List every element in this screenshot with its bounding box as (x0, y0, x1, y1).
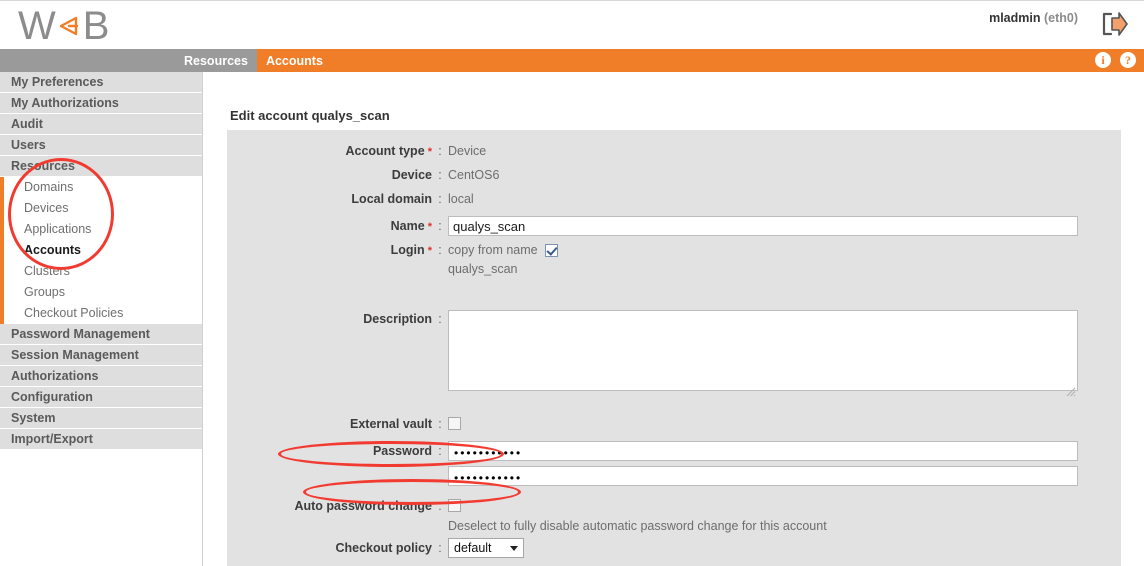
colon-separator: : (438, 499, 442, 513)
name-input[interactable] (448, 216, 1078, 236)
help-icon[interactable]: ? (1120, 52, 1136, 68)
field-row-checkout-policy: Checkout policy : default (227, 538, 1121, 558)
local-domain-value: local (448, 192, 474, 206)
submenu-accent-bar (0, 177, 4, 324)
local-domain-label: Local domain (351, 192, 432, 206)
required-marker: * (424, 245, 432, 257)
colon-separator: : (438, 541, 442, 555)
colon-separator: : (438, 417, 442, 431)
username-label: mladmin (989, 11, 1041, 25)
name-label: Name * (227, 216, 432, 233)
required-marker: * (424, 146, 432, 158)
login-label: Login * (227, 243, 432, 257)
auto-password-change-label: Auto password change (294, 499, 432, 513)
checkout-policy-select[interactable]: default (448, 538, 524, 558)
sidebar-item-my-preferences[interactable]: My Preferences (0, 72, 202, 93)
auto-password-change-hint: Deselect to fully disable automatic pass… (448, 519, 827, 533)
checkout-policy-label: Checkout policy (335, 541, 432, 555)
sidebar-item-checkout-policies[interactable]: Checkout Policies (0, 303, 202, 324)
password-confirm-input[interactable]: ••••••••••• (448, 466, 1078, 486)
orange-arrow-mark-icon (54, 11, 84, 41)
logo-letter-w: W (18, 4, 56, 48)
colon-separator: : (438, 192, 442, 206)
device-label: Device (391, 168, 432, 182)
field-row-external-vault: External vault : (227, 417, 1121, 431)
content-area: Edit account qualys_scan Account type * … (204, 72, 1144, 566)
logout-icon[interactable] (1098, 9, 1130, 39)
field-row-password: Password : ••••••••••• ••••••••••• (227, 441, 1121, 486)
sidebar-item-applications[interactable]: Applications (0, 219, 202, 240)
device-value: CentOS6 (448, 168, 500, 182)
auto-password-change-hint-row: Deselect to fully disable automatic pass… (227, 519, 1121, 533)
sidebar-item-users[interactable]: Users (0, 135, 202, 156)
field-row-local-domain: Local domain : local (227, 192, 1121, 206)
colon-separator: : (438, 219, 442, 233)
checkout-policy-selected-value: default (454, 541, 492, 555)
colon-separator: : (438, 444, 442, 458)
logo-letter-b: B (82, 4, 110, 48)
nav-tab-list: Resources Accounts (175, 49, 332, 72)
navigation-bar: Resources Accounts i ? (0, 49, 1144, 72)
sidebar-item-audit[interactable]: Audit (0, 114, 202, 135)
description-label: Description (363, 312, 432, 326)
page-title: Edit account qualys_scan (230, 108, 390, 123)
sidebar-item-resources[interactable]: Resources (0, 156, 202, 177)
wab-logo: W B (18, 4, 110, 48)
sidebar-submenu-resources: Domains Devices Applications Accounts Cl… (0, 177, 202, 324)
field-row-name: Name * : (227, 216, 1121, 236)
user-info: mladmin (eth0) (989, 11, 1078, 25)
field-row-auto-password-change: Auto password change : (227, 499, 1121, 513)
password-input[interactable]: ••••••••••• (448, 441, 1078, 461)
sidebar-item-password-management[interactable]: Password Management (0, 324, 202, 345)
colon-separator: : (438, 243, 442, 257)
sidebar-item-groups[interactable]: Groups (0, 282, 202, 303)
field-row-description: Description : (227, 310, 1121, 397)
edit-account-form: Account type * : Device Device : CentOS6… (227, 130, 1121, 566)
copy-from-name-label: copy from name (448, 243, 538, 257)
account-type-label: Account type * (227, 144, 432, 158)
colon-separator: : (438, 312, 442, 326)
account-type-label-text: Account type (345, 144, 425, 158)
interface-label: (eth0) (1043, 11, 1078, 25)
sidebar-item-devices[interactable]: Devices (0, 198, 202, 219)
sidebar-item-accounts[interactable]: Accounts (0, 240, 202, 261)
sidebar-item-authorizations[interactable]: Authorizations (0, 366, 202, 387)
copy-from-name-checkbox[interactable] (544, 243, 558, 257)
sidebar-item-import-export[interactable]: Import/Export (0, 429, 202, 450)
colon-separator: : (438, 168, 442, 182)
name-label-text: Name (390, 219, 425, 233)
required-marker: * (424, 221, 432, 233)
password-fields-group: ••••••••••• ••••••••••• (448, 441, 1078, 486)
sidebar-item-session-management[interactable]: Session Management (0, 345, 202, 366)
info-icon[interactable]: i (1095, 52, 1111, 68)
sidebar-item-configuration[interactable]: Configuration (0, 387, 202, 408)
sidebar-item-clusters[interactable]: Clusters (0, 261, 202, 282)
login-label-text: Login (390, 243, 425, 257)
sidebar-item-my-authorizations[interactable]: My Authorizations (0, 93, 202, 114)
sidebar: My Preferences My Authorizations Audit U… (0, 72, 203, 566)
sidebar-item-system[interactable]: System (0, 408, 202, 429)
colon-separator: : (438, 144, 442, 158)
login-copy-group: copy from name qualys_scan (448, 243, 558, 276)
nav-icon-group: i ? (1095, 52, 1136, 68)
login-value: qualys_scan (448, 262, 518, 276)
field-row-login: Login * : copy from name qualys_scan (227, 243, 1121, 276)
application-window: W B mladmin (eth0) Resources Accounts i … (0, 0, 1144, 566)
chevron-down-icon (510, 545, 518, 551)
nav-tab-resources[interactable]: Resources (175, 49, 257, 72)
external-vault-label: External vault (350, 417, 432, 431)
field-row-account-type: Account type * : Device (227, 144, 1121, 158)
nav-tab-accounts[interactable]: Accounts (256, 49, 332, 72)
external-vault-checkbox[interactable] (448, 417, 461, 430)
auto-password-change-checkbox[interactable] (448, 499, 461, 512)
description-textarea[interactable] (448, 310, 1078, 391)
sidebar-item-domains[interactable]: Domains (0, 177, 202, 198)
field-row-device: Device : CentOS6 (227, 168, 1121, 182)
app-header: W B mladmin (eth0) (0, 0, 1144, 49)
password-label: Password (372, 444, 432, 458)
account-type-value: Device (448, 144, 487, 158)
